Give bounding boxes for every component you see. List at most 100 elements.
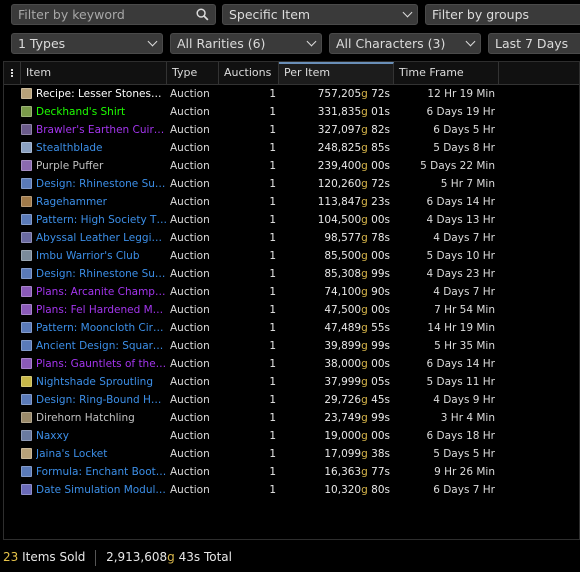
table-row[interactable]: Design: Ring-Bound H… Auction 1 29,726g 45s… <box>4 391 579 409</box>
price-silver: 00 <box>371 358 385 370</box>
header-time-frame[interactable]: Time Frame <box>394 62 499 84</box>
table-row[interactable]: Pattern: High Society T… Auction 1 104,500g… <box>4 211 579 229</box>
auction-count: 1 <box>269 286 276 298</box>
characters-dropdown[interactable]: All Characters (3) <box>329 33 481 54</box>
item-name[interactable]: Plans: Gauntlets of the… <box>36 355 167 373</box>
price-silver: 45 <box>371 394 385 406</box>
types-dropdown[interactable]: 1 Types <box>11 33 163 54</box>
table-row[interactable]: Jaina's Locket Auction 1 17,099g 38s 5 Days … <box>4 445 579 463</box>
table-row[interactable]: Ancient Design: Square… Auction 1 39,899g 9… <box>4 337 579 355</box>
table-row[interactable]: Brawler's Earthen Cuir… Auction 1 327,097g … <box>4 121 579 139</box>
per-item-price: 29,726g 45s <box>282 391 390 409</box>
price-gold: 757,205 <box>317 88 362 100</box>
gold-suffix: g <box>361 304 368 316</box>
table-row[interactable]: Stealthblade Auction 1 248,825g 85s 5 Days 8… <box>4 139 579 157</box>
gold-suffix: g <box>361 412 368 424</box>
column-menu-button[interactable] <box>4 62 21 84</box>
item-name[interactable]: Recipe: Lesser Stonesh… <box>36 85 167 103</box>
table-row[interactable]: Deckhand's Shirt Auction 1 331,835g 01s 6 Da… <box>4 103 579 121</box>
item-name[interactable]: Brawler's Earthen Cuir… <box>36 121 167 139</box>
silver-suffix: s <box>384 106 390 118</box>
search-input[interactable]: Filter by keyword <box>11 4 216 25</box>
table-row[interactable]: Abyssal Leather Leggin… Auction 1 98,577g 7… <box>4 229 579 247</box>
item-name[interactable]: Pattern: High Society T… <box>36 211 167 229</box>
time-frame: 6 Days 14 Hr <box>426 358 495 370</box>
item-icon-cell <box>21 229 34 247</box>
table-row[interactable]: Plans: Fel Hardened M… Auction 1 47,500g 00… <box>4 301 579 319</box>
item-name[interactable]: Deckhand's Shirt <box>36 103 167 121</box>
total-gold: 2,913,608 <box>106 550 168 564</box>
per-item-price: 331,835g 01s <box>282 103 390 121</box>
item-name[interactable]: Design: Ring-Bound H… <box>36 391 167 409</box>
auction-count: 1 <box>269 304 276 316</box>
auction-count: 1 <box>269 430 276 442</box>
gold-suffix: g <box>361 250 368 262</box>
item-name[interactable]: Purple Puffer <box>36 157 167 175</box>
item-name[interactable]: Plans: Fel Hardened M… <box>36 301 167 319</box>
item-name[interactable]: Design: Rhinestone Sun… <box>36 175 167 193</box>
table-row[interactable]: Plans: Arcanite Champi… Auction 1 74,100g 9… <box>4 283 579 301</box>
table-row[interactable]: Pattern: Mooncloth Cir… Auction 1 47,489g 5… <box>4 319 579 337</box>
item-type: Auction <box>170 124 210 136</box>
silver-suffix: s <box>384 466 390 478</box>
table-row[interactable]: Purple Puffer Auction 1 239,400g 00s 5 Days … <box>4 157 579 175</box>
gold-suffix: g <box>361 160 368 172</box>
rarities-dropdown[interactable]: All Rarities (6) <box>170 33 322 54</box>
item-name[interactable]: Pattern: Mooncloth Cir… <box>36 319 167 337</box>
auction-count: 1 <box>269 322 276 334</box>
table-row[interactable]: Naxxy Auction 1 19,000g 00s 6 Days 18 Hr <box>4 427 579 445</box>
item-name[interactable]: Formula: Enchant Boot… <box>36 463 167 481</box>
price-silver: 78 <box>371 232 385 244</box>
header-per-item[interactable]: Per Item <box>279 62 394 84</box>
table-row[interactable]: Nightshade Sproutling Auction 1 37,999g 05s… <box>4 373 579 391</box>
header-type[interactable]: Type <box>167 62 219 84</box>
gold-suffix: g <box>361 196 368 208</box>
table-row[interactable]: Design: Rhinestone Sun… Auction 1 85,308g 9… <box>4 265 579 283</box>
table-row[interactable]: Direhorn Hatchling Auction 1 23,749g 99s 3 H… <box>4 409 579 427</box>
plans-scroll-icon <box>21 358 32 369</box>
per-item-price: 248,825g 85s <box>282 139 390 157</box>
item-name[interactable]: Ancient Design: Square… <box>36 337 167 355</box>
item-name[interactable]: Plans: Arcanite Champi… <box>36 283 167 301</box>
table-header: Item Type Auctions Per Item Time Frame <box>4 62 579 85</box>
table-row[interactable]: Ragehammer Auction 1 113,847g 23s 6 Days 14 … <box>4 193 579 211</box>
table-row[interactable]: Date Simulation Modul… Auction 1 10,320g 80… <box>4 481 579 499</box>
silver-suffix: s <box>384 448 390 460</box>
item-name[interactable]: Direhorn Hatchling <box>36 409 167 427</box>
item-type: Auction <box>170 268 210 280</box>
silver-suffix: s <box>384 340 390 352</box>
gold-suffix: g <box>361 394 368 406</box>
group-filter-dropdown[interactable]: Filter by groups <box>425 4 580 25</box>
header-item[interactable]: Item <box>21 62 167 84</box>
item-name[interactable]: Ragehammer <box>36 193 167 211</box>
price-gold: 38,000 <box>324 358 362 370</box>
item-name[interactable]: Jaina's Locket <box>36 445 167 463</box>
table-row[interactable]: Recipe: Lesser Stonesh… Auction 1 757,205g … <box>4 85 579 103</box>
table-row[interactable]: Imbu Warrior's Club Auction 1 85,500g 00s 5 … <box>4 247 579 265</box>
item-mode-dropdown[interactable]: Specific Item <box>222 4 418 25</box>
auction-count: 1 <box>269 214 276 226</box>
price-silver: 01 <box>371 106 385 118</box>
price-gold: 37,999 <box>324 376 362 388</box>
item-type: Auction <box>170 358 210 370</box>
item-name[interactable]: Nightshade Sproutling <box>36 373 167 391</box>
formula-scroll-icon <box>21 466 32 477</box>
table-row[interactable]: Plans: Gauntlets of the… Auction 1 38,000g … <box>4 355 579 373</box>
table-row[interactable]: Formula: Enchant Boot… Auction 1 16,363g 77… <box>4 463 579 481</box>
timeframe-dropdown[interactable]: Last 7 Days <box>488 33 580 54</box>
item-name[interactable]: Stealthblade <box>36 139 167 157</box>
item-name[interactable]: Abyssal Leather Leggin… <box>36 229 167 247</box>
table-row[interactable]: Design: Rhinestone Sun… Auction 1 120,260g … <box>4 175 579 193</box>
per-item-price: 757,205g 72s <box>282 85 390 103</box>
item-name[interactable]: Date Simulation Modul… <box>36 481 167 499</box>
header-auctions[interactable]: Auctions <box>219 62 279 84</box>
time-frame: 6 Days 5 Hr <box>433 124 495 136</box>
price-gold: 248,825 <box>317 142 362 154</box>
item-name[interactable]: Imbu Warrior's Club <box>36 247 167 265</box>
item-type: Auction <box>170 88 210 100</box>
item-icon-cell <box>21 283 34 301</box>
item-name[interactable]: Design: Rhinestone Sun… <box>36 265 167 283</box>
item-type: Auction <box>170 304 210 316</box>
item-name[interactable]: Naxxy <box>36 427 167 445</box>
time-frame: 5 Days 11 Hr <box>426 376 495 388</box>
